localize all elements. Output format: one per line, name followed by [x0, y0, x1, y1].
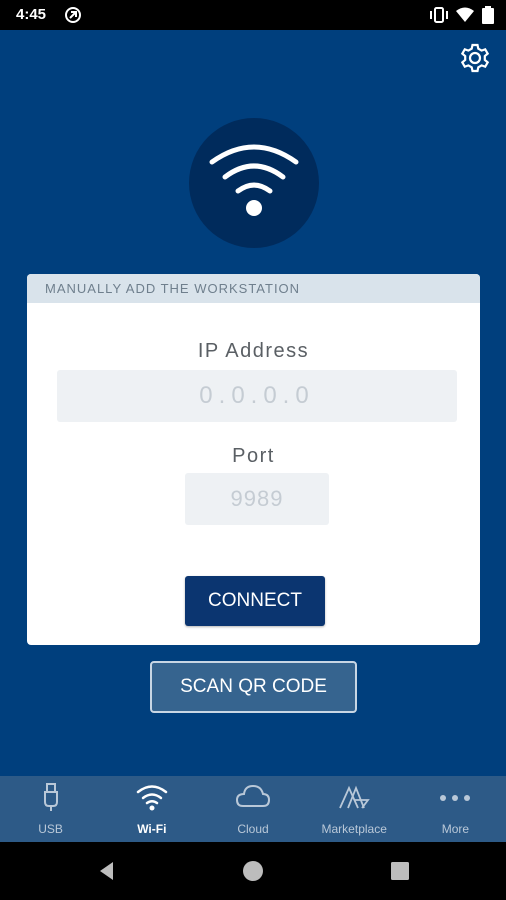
port-input[interactable]	[185, 473, 329, 525]
port-label: Port	[232, 445, 275, 467]
card-title: MANUALLY ADD THE WORKSTATION	[27, 274, 480, 303]
status-bar: 4:45	[0, 0, 506, 30]
ip-address-input[interactable]	[57, 370, 457, 422]
ip-address-label: IP Address	[197, 340, 310, 362]
tab-more[interactable]: More	[405, 776, 506, 842]
more-icon	[440, 795, 471, 801]
main-content: MANUALLY ADD THE WORKSTATION IP Address …	[0, 30, 506, 776]
status-icons	[430, 6, 494, 24]
connect-button[interactable]: CONNECT	[185, 576, 325, 626]
tab-label-wifi: Wi-Fi	[137, 822, 167, 836]
tab-wifi[interactable]: Wi-Fi	[101, 776, 202, 842]
status-time: 4:45	[16, 6, 47, 23]
data-saver-icon	[65, 7, 81, 23]
bottom-tab-bar: USB Wi-Fi Cloud Marketplace More	[0, 776, 506, 842]
gear-icon[interactable]	[459, 42, 491, 74]
tab-label-cloud: Cloud	[237, 822, 269, 836]
wifi-logo	[189, 118, 319, 248]
vibrate-icon	[430, 7, 448, 23]
tab-label-marketplace: Marketplace	[321, 822, 387, 836]
scan-qr-code-button[interactable]: SCAN QR CODE	[150, 661, 357, 713]
cloud-icon	[235, 784, 271, 807]
manual-add-card: MANUALLY ADD THE WORKSTATION IP Address …	[27, 274, 480, 645]
tab-label-more: More	[441, 822, 470, 836]
battery-icon	[482, 6, 494, 24]
tab-cloud[interactable]: Cloud	[202, 776, 303, 842]
tab-label-usb: USB	[38, 822, 63, 836]
wifi-icon	[209, 144, 299, 216]
wifi-signal-icon	[456, 7, 474, 22]
usb-icon	[43, 783, 58, 811]
marketplace-icon	[339, 785, 371, 809]
back-icon[interactable]	[95, 859, 119, 883]
home-icon[interactable]	[241, 859, 265, 883]
system-nav-bar	[0, 842, 506, 900]
tab-usb[interactable]: USB	[0, 776, 101, 842]
recents-icon[interactable]	[388, 859, 412, 883]
wifi-icon	[136, 785, 168, 811]
tab-marketplace[interactable]: Marketplace	[304, 776, 405, 842]
